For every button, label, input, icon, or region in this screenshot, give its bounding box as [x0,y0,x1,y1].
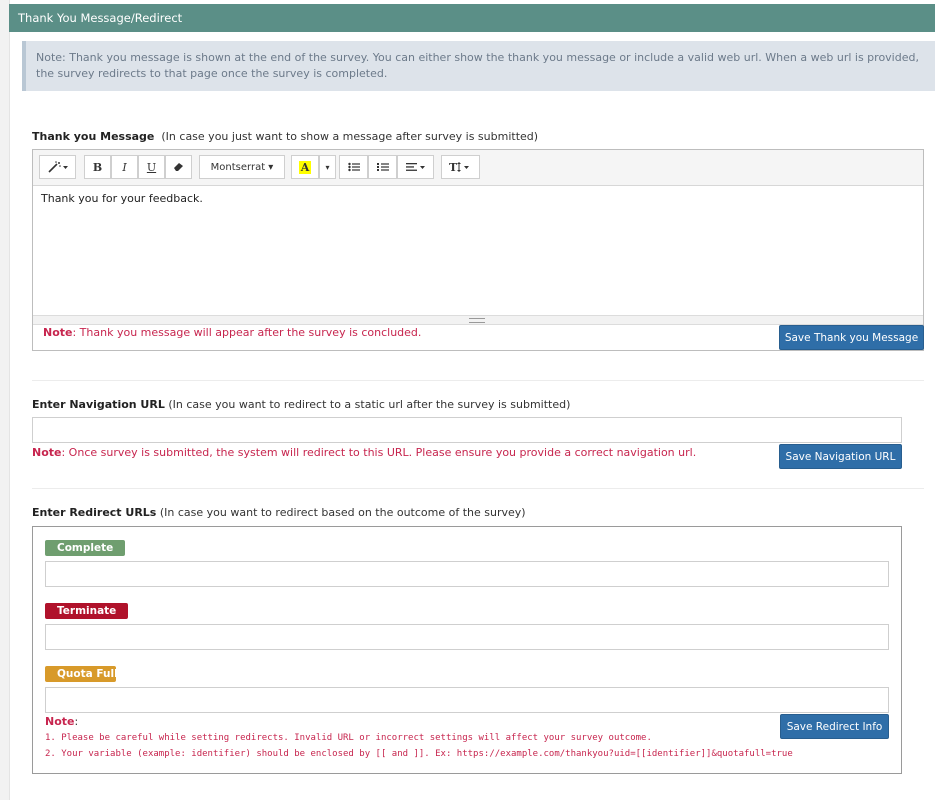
caret-down-icon: ▾ [325,162,330,172]
panel-header: Thank You Message/Redirect [9,4,935,32]
magic-wand-icon [47,161,68,173]
align-left-icon [405,163,425,171]
underline-button[interactable]: U [138,155,165,179]
quota-full-badge: Quota Full [45,666,116,682]
redirects-label: Enter Redirect URLs (In case you want to… [32,506,526,519]
line-height-dropdown[interactable]: T [441,155,480,179]
magic-wand-dropdown-button[interactable] [39,155,76,179]
editor-content-area[interactable]: Thank you for your feedback. [33,186,923,314]
redirects-title: Enter Redirect URLs [32,506,157,519]
numbered-list-icon [376,163,389,171]
grip-icon [469,318,485,323]
navigation-label: Enter Navigation URL (In case you want t… [32,398,570,411]
thank-you-note: Note: Thank you message will appear afte… [43,326,421,339]
highlight-a-icon: A [298,160,312,174]
eraser-icon [173,163,183,171]
complete-badge: Complete [45,540,126,556]
redirect-urls-box: Complete Terminate Quota Full Note: 1. P… [32,526,902,774]
save-thank-you-button[interactable]: Save Thank you Message [779,325,924,350]
navigation-hint: (In case you want to redirect to a stati… [168,398,571,411]
editor-toolbar: B I U Montserrat ▾ A ▾ T [33,150,923,186]
bullet-list-button[interactable] [339,155,368,179]
eraser-button[interactable] [165,155,192,179]
redirects-hint: (In case you want to redirect based on t… [159,506,526,519]
highlight-dropdown-button[interactable]: ▾ [319,155,336,179]
paragraph-align-dropdown[interactable] [397,155,434,179]
terminate-badge: Terminate [45,603,129,619]
highlight-color-button[interactable]: A [291,155,319,179]
italic-button[interactable]: I [111,155,138,179]
note-text: : Once survey is submitted, the system w… [61,446,697,459]
numbered-list-button[interactable] [368,155,397,179]
editor-text: Thank you for your feedback. [41,192,203,205]
panel-title: Thank You Message/Redirect [18,11,183,25]
info-alert: Note: Thank you message is shown at the … [22,41,935,91]
redirects-note-1: 1. Please be careful while setting redir… [45,733,652,743]
info-alert-text: Note: Thank you message is shown at the … [36,51,919,80]
thank-you-label: Thank you Message (In case you just want… [32,130,538,143]
svg-text:T: T [449,161,458,173]
quota-full-url-input[interactable] [45,687,889,713]
bullet-list-icon [347,162,360,172]
divider [32,488,924,489]
thank-you-title: Thank you Message [32,130,155,143]
editor-resize-handle[interactable] [33,315,923,325]
redirects-note-heading: Note: [45,715,78,728]
save-navigation-url-button[interactable]: Save Navigation URL [779,444,902,469]
bold-button[interactable]: B [84,155,111,179]
note-label: Note [45,715,75,728]
note-colon: : [74,715,79,728]
font-family-dropdown[interactable]: Montserrat ▾ [199,155,285,179]
text-height-icon: T [449,161,469,173]
note-label: Note [43,326,73,339]
navigation-title: Enter Navigation URL [32,398,165,411]
terminate-url-input[interactable] [45,624,889,650]
complete-url-input[interactable] [45,561,889,587]
note-label: Note [32,446,62,459]
redirects-note-2: 2. Your variable (example: identifier) s… [45,749,793,759]
note-text: : Thank you message will appear after th… [72,326,422,339]
sidebar-edge [0,0,10,800]
navigation-url-input[interactable] [32,417,902,443]
rich-text-editor: B I U Montserrat ▾ A ▾ T Thank you for y… [32,149,924,351]
thank-you-hint: (In case you just want to show a message… [161,130,539,143]
divider [32,380,924,381]
save-redirect-info-button[interactable]: Save Redirect Info [780,714,889,739]
navigation-note: Note: Once survey is submitted, the syst… [32,446,696,459]
